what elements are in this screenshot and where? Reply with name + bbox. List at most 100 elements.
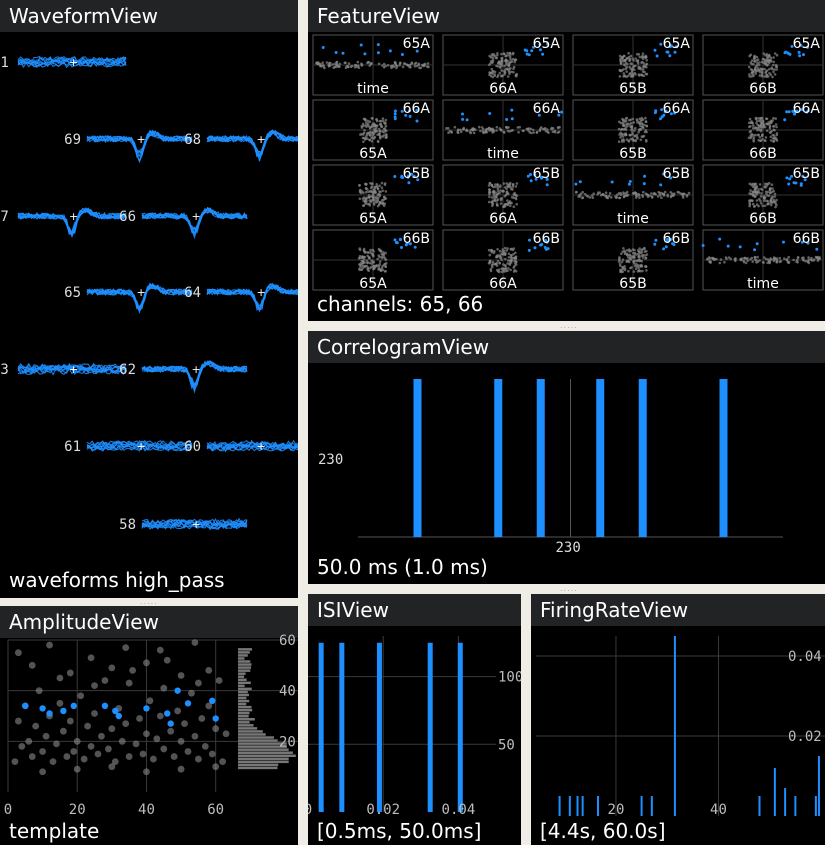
feature-point bbox=[636, 249, 640, 252]
amp-point bbox=[42, 732, 50, 740]
feature-point bbox=[488, 54, 491, 58]
feature-point bbox=[628, 58, 632, 62]
feature-y-label: 65A bbox=[793, 36, 821, 52]
firing-rate-plot[interactable]: 20 40 0.04 0.02 bbox=[531, 594, 825, 845]
amp-histogram-bar bbox=[238, 757, 289, 761]
feature-point bbox=[488, 190, 491, 193]
feature-point-selected bbox=[334, 51, 338, 54]
amp-point bbox=[129, 667, 137, 674]
feature-point bbox=[380, 125, 383, 128]
feature-point bbox=[373, 123, 376, 126]
feature-point bbox=[792, 258, 795, 262]
feature-point bbox=[751, 190, 755, 194]
feature-point bbox=[369, 186, 373, 190]
feature-point bbox=[762, 196, 766, 200]
feature-point bbox=[368, 133, 372, 137]
feature-point bbox=[763, 204, 767, 208]
waveform-channel-69: + bbox=[86, 129, 193, 164]
feature-point bbox=[359, 268, 362, 272]
feature-point bbox=[488, 73, 491, 77]
amp-point bbox=[66, 717, 74, 725]
feature-point bbox=[637, 266, 640, 270]
feature-point-selected bbox=[738, 245, 742, 249]
feature-point bbox=[487, 248, 491, 252]
feature-point-selected bbox=[541, 52, 545, 56]
feature-point-selected bbox=[465, 118, 469, 122]
feature-point bbox=[358, 256, 362, 260]
feature-point bbox=[618, 262, 622, 266]
splitter-handle-right-top[interactable]: ..... bbox=[560, 321, 578, 330]
channel-label-60: 60 bbox=[184, 439, 201, 455]
amp-point bbox=[73, 737, 81, 745]
feature-point bbox=[712, 258, 716, 262]
amp-point bbox=[35, 687, 43, 695]
feature-point bbox=[642, 126, 645, 130]
amplitude-plot[interactable]: 0 20 40 60 60 40 20 bbox=[0, 606, 298, 845]
feature-point bbox=[750, 121, 754, 125]
firing-rate-view-panel[interactable]: FiringRateView 20 40 0.04 0.02 [4.4s, 60.0s… bbox=[531, 594, 825, 845]
feature-point bbox=[604, 191, 608, 194]
amp-point bbox=[32, 722, 40, 730]
feature-point bbox=[518, 125, 521, 129]
feature-point bbox=[381, 268, 385, 272]
feature-point bbox=[624, 119, 628, 123]
feature-view-panel[interactable]: FeatureView 65A time 65A 66A 65A 65B 65A 66B 66A… bbox=[308, 0, 825, 321]
feature-point-selected bbox=[393, 238, 397, 242]
feature-point bbox=[772, 60, 776, 64]
isi-plot[interactable]: 0 0.02 0.04 100 50 bbox=[308, 594, 521, 845]
feature-point bbox=[645, 253, 649, 256]
feature-point bbox=[504, 186, 507, 189]
splitter-handle-left[interactable]: ..... bbox=[140, 597, 158, 606]
splitter-handle-right-mid[interactable]: ..... bbox=[560, 584, 578, 593]
feature-point bbox=[626, 254, 629, 257]
amp-point bbox=[11, 758, 19, 765]
feature-point bbox=[751, 127, 755, 130]
waveform-plot[interactable]: 71 +69 +68 +67 +66 +65 +64 +63 +62 +61 +60 +58 + bbox=[0, 0, 298, 598]
amp-point bbox=[139, 750, 147, 758]
feature-point-selected bbox=[528, 238, 531, 242]
feature-point bbox=[645, 124, 648, 128]
feature-point bbox=[487, 126, 491, 130]
correlogram-plot[interactable]: 230 230 bbox=[308, 331, 825, 584]
feature-point-selected bbox=[659, 183, 663, 187]
feature-point bbox=[743, 256, 746, 260]
feature-point bbox=[372, 201, 376, 205]
feature-point bbox=[747, 136, 751, 140]
feature-point-selected bbox=[753, 248, 757, 252]
feature-point bbox=[359, 265, 362, 269]
feature-point bbox=[757, 139, 760, 142]
amp-point bbox=[177, 737, 185, 745]
feature-point bbox=[645, 193, 648, 196]
feature-point bbox=[723, 260, 726, 264]
feature-point bbox=[502, 263, 505, 266]
feature-point bbox=[511, 183, 515, 186]
isi-view-panel[interactable]: ISIView 00.020.0410050 [0.5ms, 50.0ms] bbox=[308, 594, 521, 845]
feature-point-selected bbox=[628, 180, 632, 183]
feature-point bbox=[758, 136, 762, 139]
feature-grid[interactable]: 65Atime65A66A65A65B65A66B66A65A66Atime66… bbox=[308, 0, 825, 321]
channel-label-58: 58 bbox=[119, 517, 136, 533]
feature-point bbox=[509, 60, 512, 64]
feature-point bbox=[488, 259, 492, 263]
feature-point bbox=[631, 66, 635, 69]
feature-point bbox=[514, 263, 518, 266]
amp-histogram-bar bbox=[238, 739, 278, 742]
amplitude-view-panel[interactable]: AmplitudeView 0 20 40 60 60 40 20 template bbox=[0, 606, 298, 845]
amp-histogram-bar bbox=[238, 663, 252, 666]
amp-point bbox=[87, 654, 95, 662]
amp-point bbox=[212, 763, 220, 771]
feature-point bbox=[501, 74, 504, 78]
waveform-view-panel[interactable]: WaveformView 71+69+68+67+66+65+64+63+62+… bbox=[0, 0, 298, 598]
feature-point bbox=[755, 55, 759, 59]
amp-point bbox=[98, 732, 105, 740]
amp-point bbox=[94, 750, 102, 758]
feature-point bbox=[627, 269, 630, 273]
feature-point bbox=[487, 262, 491, 265]
feature-point bbox=[358, 184, 361, 187]
feature-subplot-2-0: 65B 65A bbox=[312, 164, 434, 227]
feature-point bbox=[513, 269, 516, 272]
feature-point bbox=[759, 117, 762, 120]
amp-histogram-bar bbox=[238, 648, 252, 651]
isi-bar-3 bbox=[427, 642, 433, 812]
correlogram-view-panel[interactable]: CorrelogramView 230 230 50.0 ms (1.0 ms) bbox=[308, 331, 825, 584]
